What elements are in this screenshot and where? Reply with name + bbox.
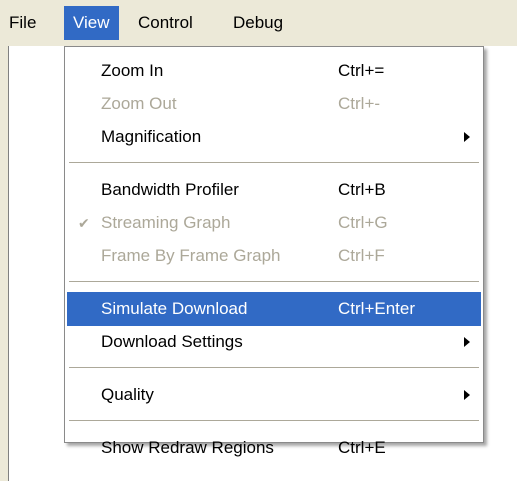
menu-item-label: Simulate Download	[101, 299, 248, 318]
menu-separator	[69, 367, 479, 369]
submenu-arrow-icon	[464, 132, 470, 142]
view-dropdown-menu: Zoom In Ctrl+= Zoom Out Ctrl+- Magnifica…	[64, 46, 484, 457]
submenu-arrow-icon	[464, 390, 470, 400]
menu-item-shortcut: Ctrl+B	[338, 180, 386, 199]
menu-item-shortcut: Ctrl+=	[338, 61, 385, 80]
menu-item-streaming-graph[interactable]: ✔ Streaming Graph Ctrl+G	[67, 206, 481, 240]
menu-item-shortcut: Ctrl+F	[338, 246, 385, 265]
menu-debug[interactable]: Debug	[224, 6, 292, 40]
menu-item-download-settings[interactable]: Download Settings	[67, 325, 481, 359]
menu-item-label: Show Redraw Regions	[101, 438, 274, 457]
menu-view[interactable]: View	[64, 6, 119, 40]
menu-item-simulate-download[interactable]: Simulate Download Ctrl+Enter	[67, 292, 481, 326]
menu-item-label: Download Settings	[101, 332, 243, 351]
menu-control[interactable]: Control	[129, 6, 202, 40]
menu-bar: File View Control Debug	[0, 0, 517, 46]
menu-item-zoom-in[interactable]: Zoom In Ctrl+=	[67, 54, 481, 88]
checkmark-icon: ✔	[78, 215, 90, 231]
menu-item-label: Quality	[101, 385, 154, 404]
menu-separator	[69, 281, 479, 283]
menu-item-magnification[interactable]: Magnification	[67, 120, 481, 154]
menu-item-shortcut: Ctrl+-	[338, 94, 381, 113]
menu-item-shortcut: Ctrl+G	[338, 213, 388, 232]
menu-item-label: Bandwidth Profiler	[101, 180, 239, 199]
submenu-arrow-icon	[464, 337, 470, 347]
menu-separator	[69, 420, 479, 422]
menu-separator	[69, 162, 479, 164]
menu-item-label: Zoom In	[101, 61, 164, 80]
menu-item-quality[interactable]: Quality	[67, 378, 481, 412]
menu-item-label: Magnification	[101, 127, 202, 146]
menu-item-label: Zoom Out	[101, 94, 177, 113]
menu-item-show-redraw-regions[interactable]: Show Redraw Regions Ctrl+E	[67, 431, 481, 465]
menu-item-label: Frame By Frame Graph	[101, 246, 281, 265]
window-edge	[0, 46, 9, 481]
menu-item-zoom-out[interactable]: Zoom Out Ctrl+-	[67, 87, 481, 121]
menu-item-shortcut: Ctrl+Enter	[338, 299, 415, 318]
menu-file[interactable]: File	[0, 6, 45, 40]
menu-item-shortcut: Ctrl+E	[338, 438, 386, 457]
menu-item-label: Streaming Graph	[101, 213, 231, 232]
menu-item-frame-by-frame-graph[interactable]: Frame By Frame Graph Ctrl+F	[67, 239, 481, 273]
menu-item-bandwidth-profiler[interactable]: Bandwidth Profiler Ctrl+B	[67, 173, 481, 207]
